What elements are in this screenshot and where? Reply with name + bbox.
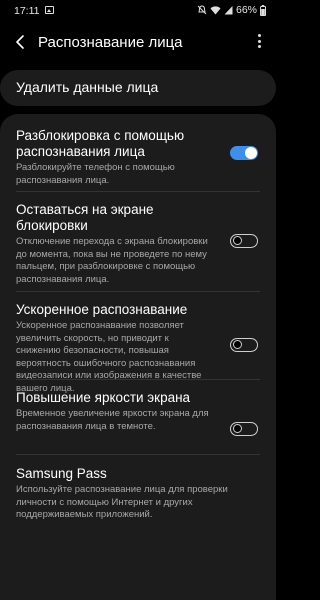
setting-face-unlock[interactable]: Разблокировка с помощью распознавания ли… xyxy=(16,128,262,187)
page-title: Распознавание лица xyxy=(38,34,183,51)
mute-icon xyxy=(197,5,207,15)
divider xyxy=(16,454,260,455)
app-header: Распознавание лица xyxy=(0,22,276,64)
status-icons: 66% xyxy=(197,4,266,16)
divider xyxy=(16,291,260,292)
more-options-icon[interactable] xyxy=(258,34,262,50)
signal-icon xyxy=(224,6,233,15)
setting-subtitle: Разблокируйте телефон с помощью распозна… xyxy=(16,162,175,186)
setting-fast-recognition[interactable]: Ускоренное распознавание Ускоренное расп… xyxy=(16,302,262,395)
delete-face-data-label: Удалить данные лица xyxy=(16,79,159,95)
battery-icon xyxy=(260,4,266,16)
setting-title: Разблокировка с помощью распознавания ли… xyxy=(16,128,185,159)
setting-subtitle: Ускоренное распознавание позволяет увели… xyxy=(16,320,202,394)
setting-subtitle: Временное увеличение яркости экрана для … xyxy=(16,408,209,432)
setting-samsung-pass[interactable]: Samsung Pass Используйте распознавание л… xyxy=(16,466,262,522)
setting-subtitle: Используйте распознавание лица для прове… xyxy=(16,484,228,520)
settings-card: Разблокировка с помощью распознавания ли… xyxy=(0,114,276,600)
setting-stay-on-lock-screen[interactable]: Оставаться на экране блокировки Отключен… xyxy=(16,202,262,286)
setting-brighten-screen[interactable]: Повышение яркости экрана Временное увели… xyxy=(16,390,262,433)
setting-title: Оставаться на экране блокировки xyxy=(16,202,154,233)
setting-subtitle: Отключение перехода с экрана блокировки … xyxy=(16,236,208,285)
status-bar: 17:11 66% xyxy=(0,0,276,22)
fast-recognition-toggle[interactable] xyxy=(230,338,258,352)
stay-on-lock-screen-toggle[interactable] xyxy=(230,234,258,248)
status-time: 17:11 xyxy=(14,5,40,17)
face-unlock-toggle[interactable] xyxy=(230,146,258,160)
divider xyxy=(16,379,260,380)
setting-title: Ускоренное распознавание xyxy=(16,302,188,317)
back-arrow-icon[interactable] xyxy=(12,32,28,52)
setting-title: Samsung Pass xyxy=(16,466,107,481)
delete-face-data-button[interactable]: Удалить данные лица xyxy=(0,70,276,106)
gallery-icon xyxy=(45,6,54,14)
setting-title: Повышение яркости экрана xyxy=(16,390,191,405)
battery-percent: 66% xyxy=(235,4,257,16)
divider xyxy=(16,191,260,192)
wifi-icon xyxy=(210,6,221,15)
brighten-screen-toggle[interactable] xyxy=(230,422,258,436)
